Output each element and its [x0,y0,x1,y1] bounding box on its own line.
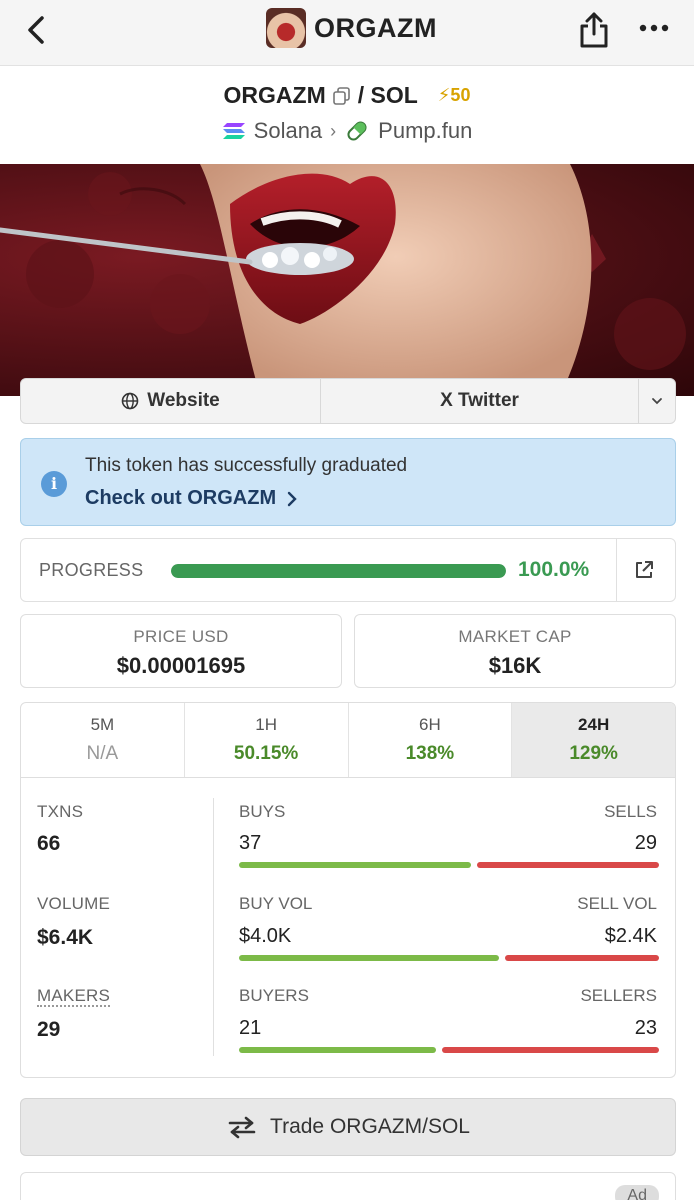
notice-text: This token has successfully graduated [85,455,408,476]
tab-1h[interactable]: 1H 50.15% [185,703,349,777]
sells-label: SELLS [604,802,657,821]
market-cap-label: MARKET CAP [458,627,572,646]
chain-name[interactable]: Solana [254,118,323,144]
ad-card[interactable]: Ad [20,1172,676,1200]
tab-5m-label: 5M [90,715,115,734]
volume-value: $6.4K [37,926,94,949]
chevron-right-icon: › [330,120,337,141]
buyers-value: 21 [239,1017,262,1039]
buyers-ratio-fill [239,1047,437,1053]
tab-5m-change: N/A [86,743,119,764]
buyers-label: BUYERS [239,986,309,1005]
makers-label[interactable]: MAKERS [37,986,110,1007]
twitter-button[interactable]: X Twitter [321,379,639,423]
ad-badge: Ad [615,1185,659,1200]
back-arrow-icon[interactable] [20,12,56,48]
market-cap-value: $16K [488,653,542,678]
divider [616,539,617,601]
graduation-notice: i This token has successfully graduated … [20,438,676,526]
check-out-link[interactable]: Check out ORGAZM [85,487,298,510]
sell-vol-ratio-fill [504,955,659,961]
sellers-value: 23 [634,1017,657,1039]
tab-6h-label: 6H [419,715,441,734]
divider [213,798,214,1056]
copy-icon[interactable] [332,86,352,106]
txns-value: 66 [37,832,61,855]
top-nav-bar: ORGAZM [0,0,694,66]
buys-label: BUYS [239,802,286,821]
bonding-progress-card: PROGRESS 100.0% [20,538,676,602]
pair-quote-symbol: / SOL [357,82,418,108]
website-button[interactable]: Website [21,379,321,423]
trade-button[interactable]: Trade ORGAZM/SOL [20,1098,676,1156]
tab-6h[interactable]: 6H 138% [349,703,513,777]
txns-ratio-bar [239,862,659,868]
tab-24h-label: 24H [578,715,610,734]
twitter-label: X Twitter [440,390,519,411]
makers-label-text: MAKERS [37,986,110,1007]
token-header: ORGAZM [266,8,437,48]
info-icon: i [41,471,67,497]
sellers-label: SELLERS [580,986,657,1005]
trade-button-label: Trade ORGAZM/SOL [270,1115,470,1138]
makers-ratio-bar [239,1047,659,1053]
share-icon[interactable] [576,10,612,50]
pair-base-symbol: ORGAZM [223,82,326,108]
solana-icon [222,123,245,139]
banner-illustration [0,164,686,396]
token-banner-image [0,164,694,396]
progress-value: 100.0% [518,558,590,581]
tab-1h-change: 50.15% [233,743,299,764]
social-links-bar: Website X Twitter [20,378,676,424]
pair-header: ORGAZM / SOL ⚡50 [0,82,694,109]
chevron-down-icon [652,398,662,405]
chain-breadcrumb: Solana › Pump.fun [0,118,694,146]
timeframe-tabs: 5M N/A 1H 50.15% 6H 138% 24H 129% [20,702,676,778]
globe-icon [121,392,139,410]
website-label: Website [147,390,220,411]
market-cap-card: MARKET CAP $16K [354,614,676,688]
makers-value: 29 [37,1018,61,1041]
tab-24h-change: 129% [569,743,618,764]
check-out-link-label: Check out ORGAZM [85,487,277,509]
token-avatar [266,8,306,48]
txns-label: TXNS [37,802,84,821]
price-usd-value: $0.00001695 [116,653,246,678]
buys-value: 37 [239,832,262,854]
price-usd-label: PRICE USD [133,627,229,646]
token-title: ORGAZM [314,12,437,43]
boost-badge[interactable]: ⚡50 [438,85,471,106]
sell-vol-value: $2.4K [604,925,657,947]
volume-ratio-bar [239,955,659,961]
buy-vol-ratio-fill [239,955,499,961]
tab-1h-label: 1H [255,715,277,734]
sell-vol-label: SELL VOL [577,894,657,913]
progress-bar [171,564,506,578]
sells-value: 29 [634,832,657,854]
progress-label: PROGRESS [39,560,144,580]
links-dropdown-button[interactable] [639,379,675,423]
price-usd-card: PRICE USD $0.00001695 [20,614,342,688]
transactions-panel: TXNS 66 VOLUME $6.4K MAKERS 29 BUYS SELL… [20,778,676,1078]
buys-ratio-fill [239,862,472,868]
buy-vol-label: BUY VOL [239,894,313,913]
tab-24h[interactable]: 24H 129% [512,703,675,777]
tab-6h-change: 138% [405,743,455,764]
volume-label: VOLUME [37,894,110,913]
swap-arrows-icon [228,1116,256,1139]
dex-name[interactable]: Pump.fun [378,118,472,144]
buy-vol-value: $4.0K [239,925,292,947]
chevron-right-icon [287,491,297,506]
sellers-ratio-fill [442,1047,659,1053]
tab-5m[interactable]: 5M N/A [21,703,185,777]
pill-icon [347,121,367,141]
more-options-icon[interactable] [636,18,672,38]
progress-bar-fill [171,564,506,578]
external-link-icon[interactable] [633,559,655,581]
sells-ratio-fill [477,862,659,868]
